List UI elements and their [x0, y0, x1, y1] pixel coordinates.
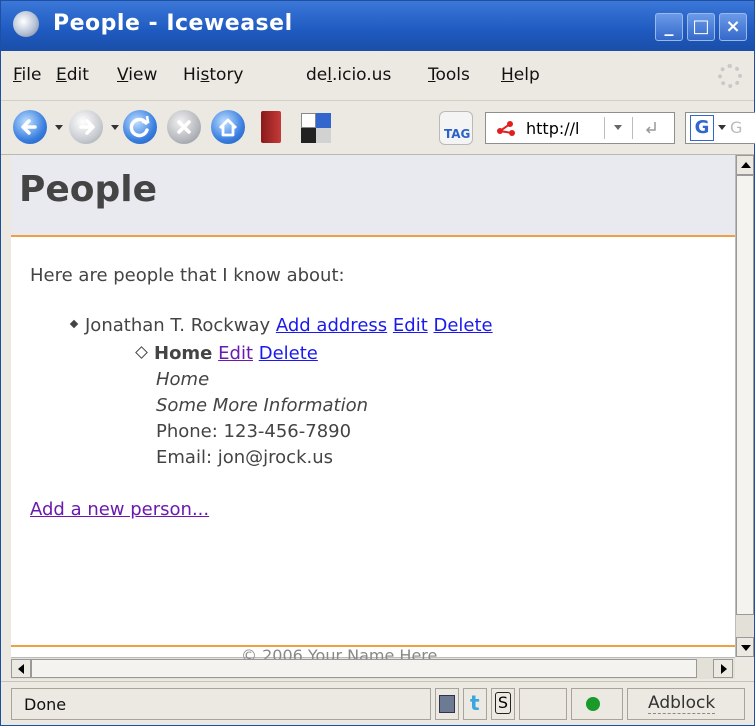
circle-bullet-icon [135, 346, 148, 359]
forward-button[interactable] [69, 110, 103, 144]
s-icon: S [495, 692, 511, 714]
status-text-panel: Done [11, 688, 431, 720]
reload-icon [129, 115, 150, 138]
menu-help[interactable]: Help [501, 65, 540, 85]
address-info: Some More Information [156, 395, 369, 416]
adblock-panel[interactable]: Adblock [627, 688, 745, 720]
person-item: Jonathan T. Rockway Add address Edit Del… [69, 315, 493, 336]
menu-edit[interactable]: Edit [56, 65, 89, 85]
edit-person-link[interactable]: Edit [393, 315, 428, 336]
back-button[interactable] [13, 110, 47, 144]
twitter-icon: t [470, 691, 480, 715]
engine-dropdown-icon[interactable] [718, 125, 726, 130]
down-arrow-icon [741, 645, 751, 651]
security-panel[interactable] [571, 688, 623, 720]
edit-address-link[interactable]: Edit [218, 343, 253, 364]
vertical-scroll-thumb[interactable] [736, 175, 754, 615]
scroll-up-button[interactable] [736, 155, 754, 175]
menu-tools[interactable]: Tools [428, 65, 470, 85]
check-icon [586, 697, 600, 711]
throbber-icon [718, 64, 742, 88]
horizontal-scroll-thumb[interactable] [31, 659, 697, 678]
page-header: People [11, 155, 735, 237]
browser-window: People - Iceweasel _ □ × File Edit View … [0, 0, 755, 726]
close-button[interactable]: × [719, 13, 747, 41]
menu-bar: File Edit View History del.icio.us Tools… [1, 51, 754, 101]
reload-button[interactable] [123, 110, 157, 144]
bookmark-book-icon[interactable] [261, 111, 281, 143]
site-favicon-icon [497, 121, 515, 136]
menu-view[interactable]: View [117, 65, 157, 85]
address-location: Home [156, 369, 210, 390]
add-person-link[interactable]: Add a new person... [30, 499, 209, 520]
menu-file[interactable]: File [13, 65, 41, 85]
bullet-icon [69, 319, 79, 329]
delicious-icon[interactable] [301, 113, 331, 143]
address-phone: Phone: 123-456-7890 [156, 421, 352, 442]
right-arrow-icon [721, 664, 727, 674]
forward-arrow-icon [79, 119, 95, 135]
minimize-button[interactable]: _ [655, 13, 683, 41]
page-viewport: People Here are people that I know about… [11, 155, 735, 657]
navigation-toolbar: TAG http://l G G [1, 101, 755, 155]
url-text: http://l [526, 119, 580, 138]
go-icon[interactable] [642, 119, 660, 137]
menu-delicious[interactable]: del.icio.us [306, 65, 391, 85]
forward-dropdown-icon[interactable] [111, 125, 119, 130]
person-name: Jonathan T. Rockway [85, 315, 271, 336]
maximize-button[interactable]: □ [687, 13, 715, 41]
delete-person-link[interactable]: Delete [433, 315, 492, 336]
search-input[interactable]: G [730, 118, 742, 137]
status-bar: Done t S Adblock [1, 681, 754, 725]
url-dropdown-icon[interactable] [614, 125, 622, 130]
left-arrow-icon [18, 664, 24, 674]
google-engine-icon[interactable]: G [690, 115, 714, 141]
tag-button[interactable]: TAG [439, 111, 473, 145]
s-panel[interactable]: S [491, 688, 515, 720]
iceweasel-icon [13, 11, 39, 37]
home-button[interactable] [211, 110, 245, 144]
back-dropdown-icon[interactable] [55, 125, 63, 130]
vertical-scrollbar[interactable] [735, 155, 754, 657]
scroll-left-button[interactable] [11, 659, 31, 678]
delete-address-link[interactable]: Delete [259, 343, 318, 364]
intro-text: Here are people that I know about: [30, 265, 345, 286]
horizontal-scrollbar[interactable]: © 2006 Your Name Here [11, 646, 735, 679]
up-arrow-icon [741, 162, 751, 168]
title-bar[interactable]: People - Iceweasel _ □ × [1, 1, 754, 51]
window-title: People - Iceweasel [53, 11, 293, 36]
home-icon [219, 118, 237, 137]
address-email: Email: jon@jrock.us [156, 447, 333, 468]
adblock-label[interactable]: Adblock [648, 693, 716, 714]
address-label: Home [154, 343, 213, 364]
address-item: Home Edit Delete Home Some More Informat… [135, 341, 369, 471]
page-title: People [19, 169, 158, 210]
resource-icon [439, 695, 455, 713]
extension-panel-1[interactable] [435, 688, 459, 720]
add-address-link[interactable]: Add address [276, 315, 387, 336]
scroll-down-button[interactable] [736, 637, 754, 657]
url-bar[interactable]: http://l [485, 112, 675, 144]
menu-history[interactable]: History [183, 65, 244, 85]
stop-button[interactable] [167, 110, 201, 144]
scroll-right-button[interactable] [713, 659, 733, 678]
back-arrow-icon [21, 119, 37, 135]
status-text: Done [24, 695, 67, 714]
search-box[interactable]: G G [685, 112, 755, 144]
twitter-panel[interactable]: t [463, 688, 487, 720]
stop-icon [177, 120, 191, 134]
empty-panel [519, 688, 567, 720]
